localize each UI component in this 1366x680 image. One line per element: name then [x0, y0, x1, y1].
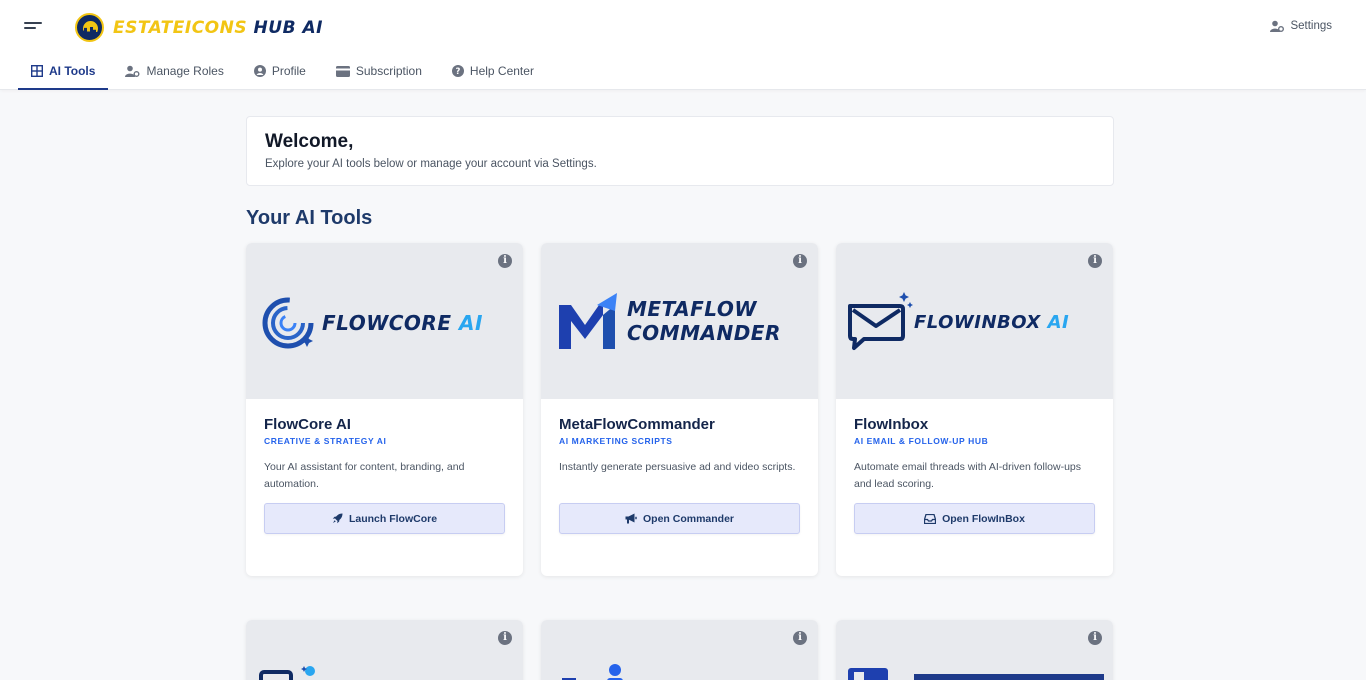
card-title: FlowCore AI: [264, 416, 351, 433]
info-icon[interactable]: i: [793, 254, 807, 268]
card-description: Your AI assistant for content, branding,…: [264, 461, 465, 490]
info-icon[interactable]: i: [498, 254, 512, 268]
tab-subscription[interactable]: Subscription: [323, 52, 435, 90]
question-circle-icon: ?: [451, 65, 464, 77]
user-cog-icon: [1270, 20, 1285, 32]
user-cog-icon: [125, 65, 140, 77]
credit-card-icon: [335, 65, 350, 77]
launch-flowcore-button[interactable]: Launch FlowCore: [264, 503, 505, 534]
card-banner: i: [246, 620, 523, 680]
card-body: FlowInbox AI EMAIL & FOLLOW-UP HUB Autom…: [836, 399, 1113, 551]
welcome-text: Explore your AI tools below or manage yo…: [265, 158, 597, 170]
image-icon: [848, 668, 1104, 680]
card-body: MetaFlowCommander AI MARKETING SCRIPTS I…: [541, 399, 818, 551]
tab-profile[interactable]: Profile: [241, 52, 319, 90]
tool-card-metaflowcommander: i METAFLOW COMMANDER MetaFlowCommander A…: [541, 243, 818, 576]
envelope-chat-icon: [848, 292, 913, 350]
inbox-icon: [924, 513, 937, 524]
flowcore-logo: FLOWCORE AI: [260, 295, 483, 351]
tab-manage-roles[interactable]: Manage Roles: [112, 52, 236, 90]
info-icon[interactable]: i: [1088, 631, 1102, 645]
rocket-icon: [332, 513, 343, 524]
tool-card-partial: i: [246, 620, 523, 680]
card-body: FlowCore AI CREATIVE & STRATEGY AI Your …: [246, 399, 523, 551]
card-banner: i METAFLOW COMMANDER: [541, 243, 818, 399]
tool-card-partial: i: [836, 620, 1113, 680]
card-banner: i FLOWINBOX AI: [836, 243, 1113, 399]
card-subtitle: AI EMAIL & FOLLOW-UP HUB: [854, 436, 989, 446]
app-logo[interactable]: ESTATEICONS HUB AI: [75, 13, 323, 42]
svg-text:?: ?: [455, 67, 460, 77]
spiral-swirl-icon: [262, 297, 314, 349]
top-header: ESTATEICONS HUB AI Settings AI Tools Man…: [0, 0, 1366, 90]
welcome-panel: Welcome, Explore your AI tools below or …: [246, 116, 1114, 186]
card-subtitle: CREATIVE & STRATEGY AI: [264, 436, 387, 446]
info-icon[interactable]: i: [498, 631, 512, 645]
card-description: Automate email threads with AI-driven fo…: [854, 461, 1082, 490]
hamburger-menu-icon[interactable]: [24, 19, 42, 35]
grid-icon: [31, 65, 43, 77]
calendar-spark-icon: [259, 666, 315, 680]
open-commander-button[interactable]: Open Commander: [559, 503, 800, 534]
megaphone-icon: [625, 513, 637, 524]
info-icon[interactable]: i: [793, 631, 807, 645]
card-description: Instantly generate persuasive ad and vid…: [559, 461, 796, 473]
logo-emblem-icon: [75, 13, 104, 42]
flowinbox-logo: FLOWINBOX AI: [846, 290, 1069, 354]
user-circle-icon: [253, 65, 266, 77]
card-title: MetaFlowCommander: [559, 416, 715, 433]
card-banner: i: [836, 620, 1113, 680]
card-banner: i: [541, 620, 818, 680]
open-flowinbox-button[interactable]: Open FlowInBox: [854, 503, 1095, 534]
card-banner: i FLOWCORE AI: [246, 243, 523, 399]
main-nav-tabs: AI Tools Manage Roles Profile Subscripti…: [18, 52, 551, 90]
info-icon[interactable]: i: [1088, 254, 1102, 268]
card-title: FlowInbox: [854, 416, 929, 433]
card-subtitle: AI MARKETING SCRIPTS: [559, 436, 673, 446]
metaflow-commander-logo: METAFLOW COMMANDER: [557, 291, 781, 351]
welcome-title: Welcome,: [265, 131, 354, 152]
logo-wordmark: ESTATEICONS HUB AI: [113, 17, 323, 38]
tool-card-partial: i: [541, 620, 818, 680]
tool-card-flowcore: i FLOWCORE AI FlowCore AI CREATIVE & STR…: [246, 243, 523, 576]
tab-help-center[interactable]: ? Help Center: [439, 52, 547, 90]
m-arrow-logo-icon: [559, 293, 617, 349]
person-icon: [562, 664, 623, 680]
tab-ai-tools[interactable]: AI Tools: [18, 52, 109, 90]
section-title: Your AI Tools: [246, 207, 373, 229]
settings-label: Settings: [1290, 20, 1332, 32]
tool-card-flowinbox: i FLOWINBOX AI FlowInbox AI EMAIL & FOLL…: [836, 243, 1113, 576]
settings-link[interactable]: Settings: [1270, 20, 1332, 32]
